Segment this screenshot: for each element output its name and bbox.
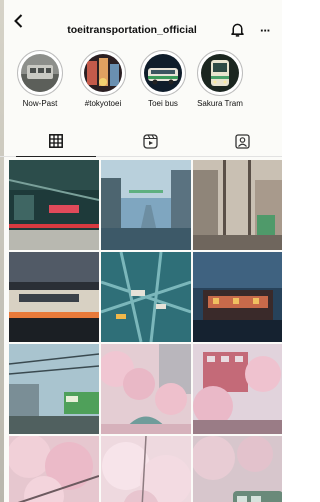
highlight-toei-bus[interactable]: Toei bus <box>131 50 195 109</box>
grid-icon <box>49 134 63 148</box>
highlight-ring <box>80 50 126 96</box>
story-highlights: Now-Past #tokyotoei Toei bus Sakura Tram <box>0 50 282 116</box>
highlight-thumbnail <box>201 54 239 92</box>
highlight-thumbnail <box>21 54 59 92</box>
post-thumbnail[interactable] <box>193 344 282 434</box>
post-thumbnail[interactable] <box>101 344 191 434</box>
posts-grid <box>9 160 282 502</box>
profile-header: toeitransportation_official ··· <box>0 0 282 42</box>
highlight-label: Now-Past <box>22 99 58 108</box>
highlight-ring <box>140 50 186 96</box>
post-thumbnail[interactable] <box>193 252 282 342</box>
post-thumbnail[interactable] <box>193 436 282 502</box>
post-thumbnail[interactable] <box>101 160 191 250</box>
tab-posts-grid[interactable] <box>16 131 96 157</box>
highlight-sakura-tram[interactable]: Sakura Tram <box>188 50 252 109</box>
highlight-thumbnail <box>144 54 182 92</box>
bell-icon <box>231 23 244 37</box>
post-thumbnail[interactable] <box>193 160 282 250</box>
highlight-ring <box>197 50 243 96</box>
notifications-button[interactable] <box>229 21 246 38</box>
post-thumbnail[interactable] <box>9 436 99 502</box>
highlight-now-past[interactable]: Now-Past <box>8 50 72 109</box>
tagged-icon <box>234 133 250 149</box>
highlight-label: #tokyotoei <box>84 99 122 108</box>
post-thumbnail[interactable] <box>101 252 191 342</box>
highlight-label: Toei bus <box>148 99 178 108</box>
profile-username: toeitransportation_official <box>67 24 197 36</box>
tab-reels[interactable] <box>140 131 160 151</box>
highlight-ring <box>17 50 63 96</box>
chevron-left-icon <box>14 14 23 28</box>
back-button[interactable] <box>11 13 27 29</box>
post-thumbnail[interactable] <box>9 344 99 434</box>
post-thumbnail[interactable] <box>9 160 99 250</box>
highlight-tokyotoei[interactable]: #tokyotoei <box>71 50 135 109</box>
post-thumbnail[interactable] <box>101 436 191 502</box>
highlight-thumbnail <box>84 54 122 92</box>
reels-icon <box>142 133 158 149</box>
more-options-button[interactable]: ··· <box>260 24 271 37</box>
profile-page: toeitransportation_official ··· Now-Past <box>0 0 282 502</box>
post-thumbnail[interactable] <box>9 252 99 342</box>
tab-tagged[interactable] <box>232 131 252 151</box>
profile-tabs <box>0 126 282 157</box>
highlight-label: Sakura Tram <box>197 99 243 108</box>
